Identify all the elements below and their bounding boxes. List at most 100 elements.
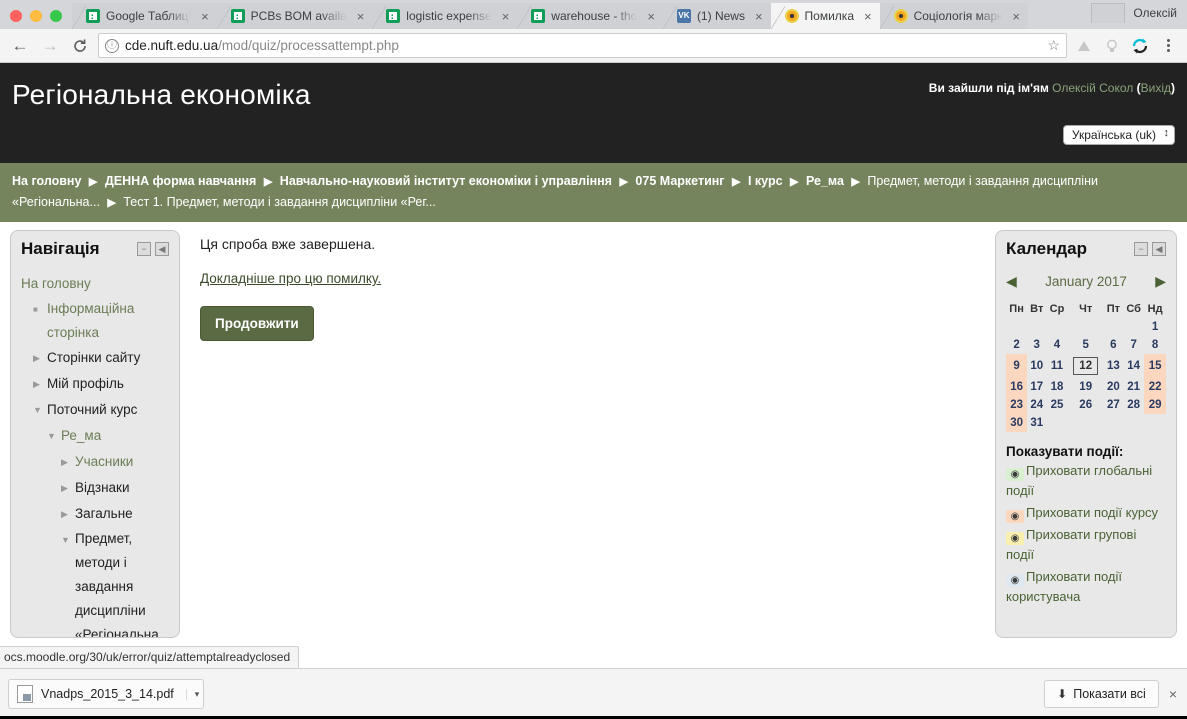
logout-link[interactable]: Вихід — [1141, 81, 1171, 95]
collapse-icon[interactable]: − — [137, 242, 151, 256]
calendar-day-cell[interactable]: 27 — [1104, 396, 1123, 414]
browser-tab-2[interactable]: logistic expense × — [372, 3, 517, 29]
browser-tab-4[interactable]: VK (1) News × — [663, 3, 771, 29]
calendar-day-cell[interactable]: 20 — [1104, 378, 1123, 396]
tab-close-icon[interactable]: × — [357, 10, 365, 23]
event-filter-global[interactable]: ◉Приховати глобальні події — [1006, 461, 1166, 501]
reload-button[interactable] — [68, 34, 92, 58]
collapse-icon[interactable]: − — [1134, 242, 1148, 256]
sidebar-item-general[interactable]: ▶ Загальне — [21, 501, 169, 527]
chevron-right-icon[interactable]: ▶ — [61, 475, 75, 501]
calendar-day-cell[interactable]: 2 — [1006, 336, 1027, 354]
menu-icon[interactable] — [1157, 35, 1179, 57]
browser-tab-5-active[interactable]: Помилка × — [771, 3, 880, 29]
breadcrumb-item-1[interactable]: ДЕННА форма навчання — [105, 174, 257, 188]
calendar-day-cell[interactable]: 15 — [1144, 354, 1166, 378]
browser-tab-0[interactable]: Google Таблиці × — [72, 3, 217, 29]
dock-left-icon[interactable]: ◀ — [1152, 242, 1166, 256]
calendar-day-cell[interactable]: 1 — [1144, 318, 1166, 336]
browser-tab-6[interactable]: Соціологія марк × — [880, 3, 1028, 29]
prev-month-icon[interactable]: ◀ — [1006, 273, 1017, 290]
more-info-link[interactable]: Докладніше про цю помилку. — [200, 271, 381, 286]
chevron-down-icon[interactable]: ▼ — [33, 397, 47, 423]
new-tab-button[interactable] — [1091, 3, 1125, 23]
breadcrumb-item-3[interactable]: 075 Маркетинг — [635, 174, 724, 188]
close-window-button[interactable] — [10, 10, 22, 22]
sidebar-item-current-course[interactable]: ▼ Поточний курс — [21, 397, 169, 423]
browser-tab-1[interactable]: PCBs BOM availa × — [217, 3, 373, 29]
sidebar-item-course-re-ma[interactable]: ▼ Ре_ма — [21, 423, 169, 449]
calendar-day-cell[interactable]: 8 — [1144, 336, 1166, 354]
info-icon[interactable]: ⓘ — [105, 39, 119, 53]
calendar-day-cell[interactable]: 16 — [1006, 378, 1027, 396]
calendar-day-cell[interactable]: 23 — [1006, 396, 1027, 414]
calendar-day-cell[interactable]: 31 — [1027, 414, 1046, 432]
chevron-right-icon[interactable]: ▶ — [61, 501, 75, 527]
dock-left-icon[interactable]: ◀ — [155, 242, 169, 256]
tab-close-icon[interactable]: × — [502, 10, 510, 23]
tab-close-icon[interactable]: × — [201, 10, 209, 23]
calendar-day-cell[interactable]: 3 — [1027, 336, 1046, 354]
download-item[interactable]: Vnadps_2015_3_14.pdf ▾ — [8, 679, 204, 709]
breadcrumb-item-5[interactable]: Ре_ма — [806, 174, 844, 188]
breadcrumb-item-2[interactable]: Навчально-науковий інститут економіки і … — [280, 174, 612, 188]
calendar-day-cell[interactable]: 5 — [1068, 336, 1104, 354]
minimize-window-button[interactable] — [30, 10, 42, 22]
chevron-right-icon[interactable]: ▶ — [33, 345, 47, 371]
sidebar-item-site-pages[interactable]: ▶ Сторінки сайту — [21, 345, 169, 371]
breadcrumb-item-7[interactable]: Тест 1. Предмет, методи і завдання дисци… — [123, 195, 435, 209]
calendar-day-cell[interactable]: 29 — [1144, 396, 1166, 414]
calendar-day-cell[interactable]: 24 — [1027, 396, 1046, 414]
back-button[interactable]: ← — [8, 34, 32, 58]
event-filter-user[interactable]: ◉Приховати події користувача — [1006, 567, 1166, 607]
sidebar-item-my-profile[interactable]: ▶ Мій профіль — [21, 371, 169, 397]
lightbulb-icon[interactable] — [1101, 35, 1123, 57]
chevron-down-icon[interactable]: ▼ — [47, 423, 61, 449]
calendar-day-cell[interactable]: 18 — [1046, 378, 1067, 396]
user-name-link[interactable]: Олексій Сокол — [1052, 81, 1133, 95]
event-filter-course[interactable]: ◉Приховати події курсу — [1006, 503, 1166, 523]
calendar-day-cell[interactable]: 30 — [1006, 414, 1027, 432]
show-all-downloads-button[interactable]: ⬇ Показати всі — [1044, 680, 1159, 708]
calendar-day-cell[interactable]: 14 — [1123, 354, 1144, 378]
sync-icon[interactable] — [1129, 35, 1151, 57]
calendar-day-cell[interactable]: 12 — [1068, 354, 1104, 378]
sidebar-item-participants[interactable]: ▶ Учасники — [21, 449, 169, 475]
sidebar-item-badges[interactable]: ▶ Відзнаки — [21, 475, 169, 501]
sidebar-item-info-page[interactable]: ■ Інформаційна сторінка — [21, 297, 169, 345]
tab-close-icon[interactable]: × — [647, 10, 655, 23]
sidebar-item-home[interactable]: На головну — [21, 271, 169, 297]
calendar-day-cell[interactable]: 7 — [1123, 336, 1144, 354]
chevron-down-icon[interactable]: ▾ — [186, 689, 200, 700]
calendar-day-cell[interactable]: 22 — [1144, 378, 1166, 396]
sidebar-item-topic-subject[interactable]: ▼ Предмет, методи і завдання дисципліни … — [21, 527, 169, 638]
chevron-right-icon[interactable]: ▶ — [61, 449, 75, 475]
language-select[interactable]: Українська (uk) — [1063, 125, 1175, 145]
calendar-day-cell[interactable]: 19 — [1068, 378, 1104, 396]
calendar-day-cell[interactable]: 10 — [1027, 354, 1046, 378]
chevron-right-icon[interactable]: ▶ — [33, 371, 47, 397]
calendar-day-cell[interactable]: 17 — [1027, 378, 1046, 396]
calendar-day-cell[interactable]: 9 — [1006, 354, 1027, 378]
calendar-day-cell[interactable]: 6 — [1104, 336, 1123, 354]
calendar-day-cell[interactable]: 11 — [1046, 354, 1067, 378]
bookmark-star-icon[interactable]: ☆ — [1047, 37, 1060, 54]
tab-close-icon[interactable]: × — [864, 10, 872, 23]
continue-button[interactable]: Продовжити — [200, 306, 314, 341]
calendar-day-cell[interactable]: 4 — [1046, 336, 1067, 354]
event-filter-group[interactable]: ◉Приховати групові події — [1006, 525, 1166, 565]
close-shelf-icon[interactable]: × — [1169, 686, 1179, 702]
drive-icon[interactable] — [1073, 35, 1095, 57]
calendar-day-cell[interactable]: 21 — [1123, 378, 1144, 396]
calendar-day-cell[interactable]: 28 — [1123, 396, 1144, 414]
chevron-down-icon[interactable]: ▼ — [61, 527, 75, 553]
calendar-day-cell[interactable]: 13 — [1104, 354, 1123, 378]
maximize-window-button[interactable] — [50, 10, 62, 22]
profile-name[interactable]: Олексій — [1133, 6, 1177, 20]
tab-close-icon[interactable]: × — [1012, 10, 1020, 23]
tab-close-icon[interactable]: × — [755, 10, 763, 23]
calendar-day-cell[interactable]: 25 — [1046, 396, 1067, 414]
next-month-icon[interactable]: ▶ — [1155, 273, 1166, 290]
address-bar[interactable]: ⓘ cde.nuft.edu.ua/mod/quiz/processattemp… — [98, 33, 1067, 58]
forward-button[interactable]: → — [38, 34, 62, 58]
